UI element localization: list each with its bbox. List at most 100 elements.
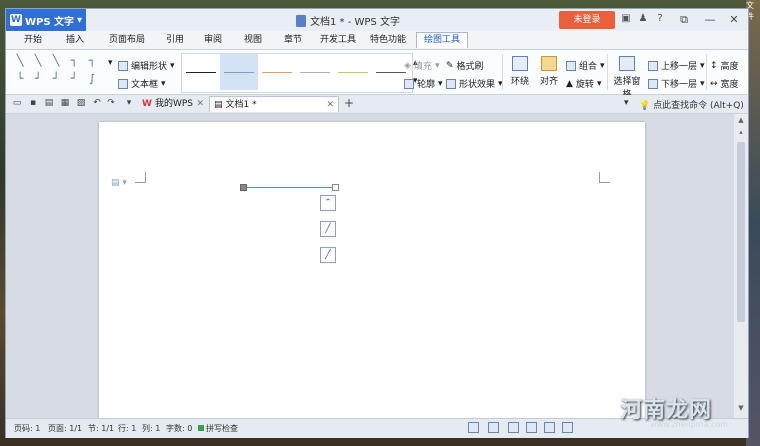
line-handle-start[interactable] bbox=[240, 184, 247, 191]
vertical-scrollbar[interactable]: ▲ ▴ ▼ bbox=[734, 114, 748, 418]
align-button[interactable]: 对齐 bbox=[534, 56, 564, 90]
wps-logo-icon: W bbox=[10, 14, 22, 26]
close-icon[interactable]: ✕ bbox=[724, 11, 744, 29]
selection-pane-button[interactable]: 选择窗格 bbox=[610, 56, 644, 100]
tab-developer[interactable]: 开发工具 bbox=[316, 33, 360, 48]
format-painter-button[interactable]: ✎ 格式刷 bbox=[446, 59, 484, 73]
curve-connector-icon[interactable]: ┘ bbox=[32, 73, 44, 85]
line-style-4[interactable] bbox=[296, 54, 334, 90]
minimize-icon[interactable]: — bbox=[700, 11, 720, 29]
send-backward-button[interactable]: 下移一层 ▾ bbox=[648, 77, 705, 90]
rotate-button[interactable]: ▲ 旋转 ▾ bbox=[566, 77, 602, 91]
tab-document[interactable]: ▤ 文档1 * ✕ bbox=[209, 96, 339, 112]
shirt-icon[interactable]: ♟ bbox=[637, 12, 649, 26]
undo-icon[interactable]: ↶ bbox=[92, 98, 102, 109]
textbox-button[interactable]: 文本框 ▾ bbox=[118, 77, 166, 90]
document-title: 文档1 * - WPS 文字 bbox=[310, 17, 400, 28]
window-title: 文档1 * - WPS 文字 bbox=[296, 13, 400, 28]
chevron-down-icon: ▾ bbox=[596, 78, 602, 89]
dropdown-icon[interactable]: ▾ bbox=[624, 98, 629, 108]
selection-pane-icon bbox=[619, 56, 635, 71]
height-field[interactable]: ↕ 高度 bbox=[710, 59, 739, 73]
send-backward-label: 下移一层 bbox=[661, 80, 698, 90]
tab-features[interactable]: 特色功能 bbox=[366, 33, 410, 48]
preview-icon[interactable]: ▨ bbox=[76, 98, 86, 109]
pdf-icon[interactable]: ▤ bbox=[44, 98, 54, 109]
tab-insert[interactable]: 插入 bbox=[58, 33, 92, 48]
skin-icon[interactable]: ▣ bbox=[620, 12, 632, 26]
tab-view[interactable]: 视图 bbox=[236, 33, 270, 48]
redo-icon[interactable]: ↷ bbox=[106, 98, 116, 109]
arrow-line-icon[interactable]: ╲ bbox=[32, 55, 44, 67]
line-style-2[interactable] bbox=[220, 54, 258, 90]
scroll-down-icon[interactable]: ▼ bbox=[737, 404, 745, 412]
tab-references[interactable]: 引用 bbox=[158, 33, 192, 48]
curve-arrow-icon[interactable]: ┘ bbox=[50, 73, 62, 85]
tab-page-layout[interactable]: 页面布局 bbox=[100, 33, 154, 48]
tab-chapter[interactable]: 章节 bbox=[276, 33, 310, 48]
add-tab-icon[interactable]: + bbox=[344, 97, 354, 109]
page-view-icon[interactable] bbox=[508, 422, 519, 433]
line-style-3[interactable] bbox=[258, 54, 296, 90]
lightbulb-icon: 💡 bbox=[639, 101, 651, 111]
line-handle-end[interactable] bbox=[332, 184, 339, 191]
status-page: 页码: 1 bbox=[14, 424, 41, 433]
shape-gallery-more[interactable]: ▾ bbox=[108, 58, 113, 68]
status-words[interactable]: 字数: 0 bbox=[166, 423, 192, 434]
quick-menu-icon[interactable]: ▾ bbox=[124, 98, 134, 109]
line-style-5[interactable] bbox=[334, 54, 372, 90]
app-menu-button[interactable]: W WPS 文字 ▾ bbox=[6, 9, 86, 31]
save-icon[interactable]: ▪ bbox=[28, 98, 38, 109]
layout-options-icon[interactable]: ⌃ bbox=[320, 195, 336, 211]
group-button[interactable]: 组合 ▾ bbox=[566, 59, 605, 72]
outline-view-icon[interactable] bbox=[526, 422, 537, 433]
width-field[interactable]: ↔ 宽度 bbox=[710, 77, 739, 91]
close-icon[interactable]: ✕ bbox=[196, 96, 204, 112]
shape-gallery[interactable]: ╲ ╲ ╲ ┐ ┐ └ ┘ ┘ ┘ ∫ bbox=[12, 53, 104, 91]
chevron-down-icon: ▾ bbox=[77, 14, 83, 26]
scroll-thumb[interactable] bbox=[737, 142, 745, 322]
wrap-button[interactable]: 环绕 bbox=[505, 56, 535, 90]
command-search[interactable]: 💡 点此查找命令 (Alt+Q) bbox=[639, 98, 744, 111]
web-view-icon[interactable] bbox=[544, 422, 555, 433]
curve-double-icon[interactable]: ┘ bbox=[68, 73, 80, 85]
elbow-double-icon[interactable]: └ bbox=[14, 73, 26, 85]
line-shape[interactable] bbox=[243, 187, 336, 188]
ribbon-separator bbox=[706, 54, 707, 90]
elbow-arrow-icon[interactable]: ┐ bbox=[86, 55, 98, 67]
line-shape-icon[interactable]: ╲ bbox=[14, 55, 26, 67]
help-icon[interactable]: ? bbox=[654, 12, 666, 26]
document-page[interactable]: ▤ ▾ ⌃ ╱ ╱ bbox=[99, 122, 645, 422]
outline-button[interactable]: 轮廓 ▾ bbox=[404, 77, 443, 90]
tab-my-wps[interactable]: W 我的WPS ✕ bbox=[138, 96, 208, 112]
textbox-icon bbox=[118, 78, 128, 89]
spell-check[interactable]: 拼写检查 bbox=[198, 423, 238, 434]
menu-tabs: 开始 插入 页面布局 引用 审阅 视图 章节 开发工具 特色功能 绘图工具 bbox=[6, 31, 748, 50]
tab-start[interactable]: 开始 bbox=[16, 33, 50, 48]
double-arrow-icon[interactable]: ╲ bbox=[50, 55, 62, 67]
height-icon: ↕ bbox=[710, 60, 718, 71]
bring-forward-button[interactable]: 上移一层 ▾ bbox=[648, 59, 705, 72]
restore-icon[interactable]: ⧉ bbox=[674, 11, 694, 29]
fill-button[interactable]: ◈ 填充 ▾ bbox=[404, 59, 440, 73]
close-icon[interactable]: ✕ bbox=[326, 97, 334, 113]
line-style-quick-icon[interactable]: ╱ bbox=[320, 221, 336, 237]
eye-protect-icon[interactable] bbox=[468, 422, 479, 433]
chevron-down-icon: ▾ bbox=[434, 60, 440, 71]
reading-view-icon[interactable] bbox=[562, 422, 573, 433]
outline-quick-icon[interactable]: ╱ bbox=[320, 247, 336, 263]
tab-drawing-tools[interactable]: 绘图工具 bbox=[416, 32, 468, 48]
fill-icon: ◈ bbox=[404, 60, 411, 71]
full-screen-icon[interactable] bbox=[488, 422, 499, 433]
edit-shape-button[interactable]: 编辑形状 ▾ bbox=[118, 59, 175, 72]
tab-review[interactable]: 审阅 bbox=[196, 33, 230, 48]
scroll-up-icon[interactable]: ▲ bbox=[737, 116, 745, 124]
login-button[interactable]: 未登录 bbox=[559, 11, 615, 29]
curve-icon[interactable]: ∫ bbox=[86, 73, 98, 85]
shape-effects-button[interactable]: 形状效果 ▾ bbox=[446, 77, 503, 90]
line-style-1[interactable] bbox=[182, 54, 220, 90]
elbow-connector-icon[interactable]: ┐ bbox=[68, 55, 80, 67]
open-icon[interactable]: ▭ bbox=[12, 98, 22, 109]
page-up-icon[interactable]: ▴ bbox=[737, 128, 745, 136]
print-icon[interactable]: ▦ bbox=[60, 98, 70, 109]
